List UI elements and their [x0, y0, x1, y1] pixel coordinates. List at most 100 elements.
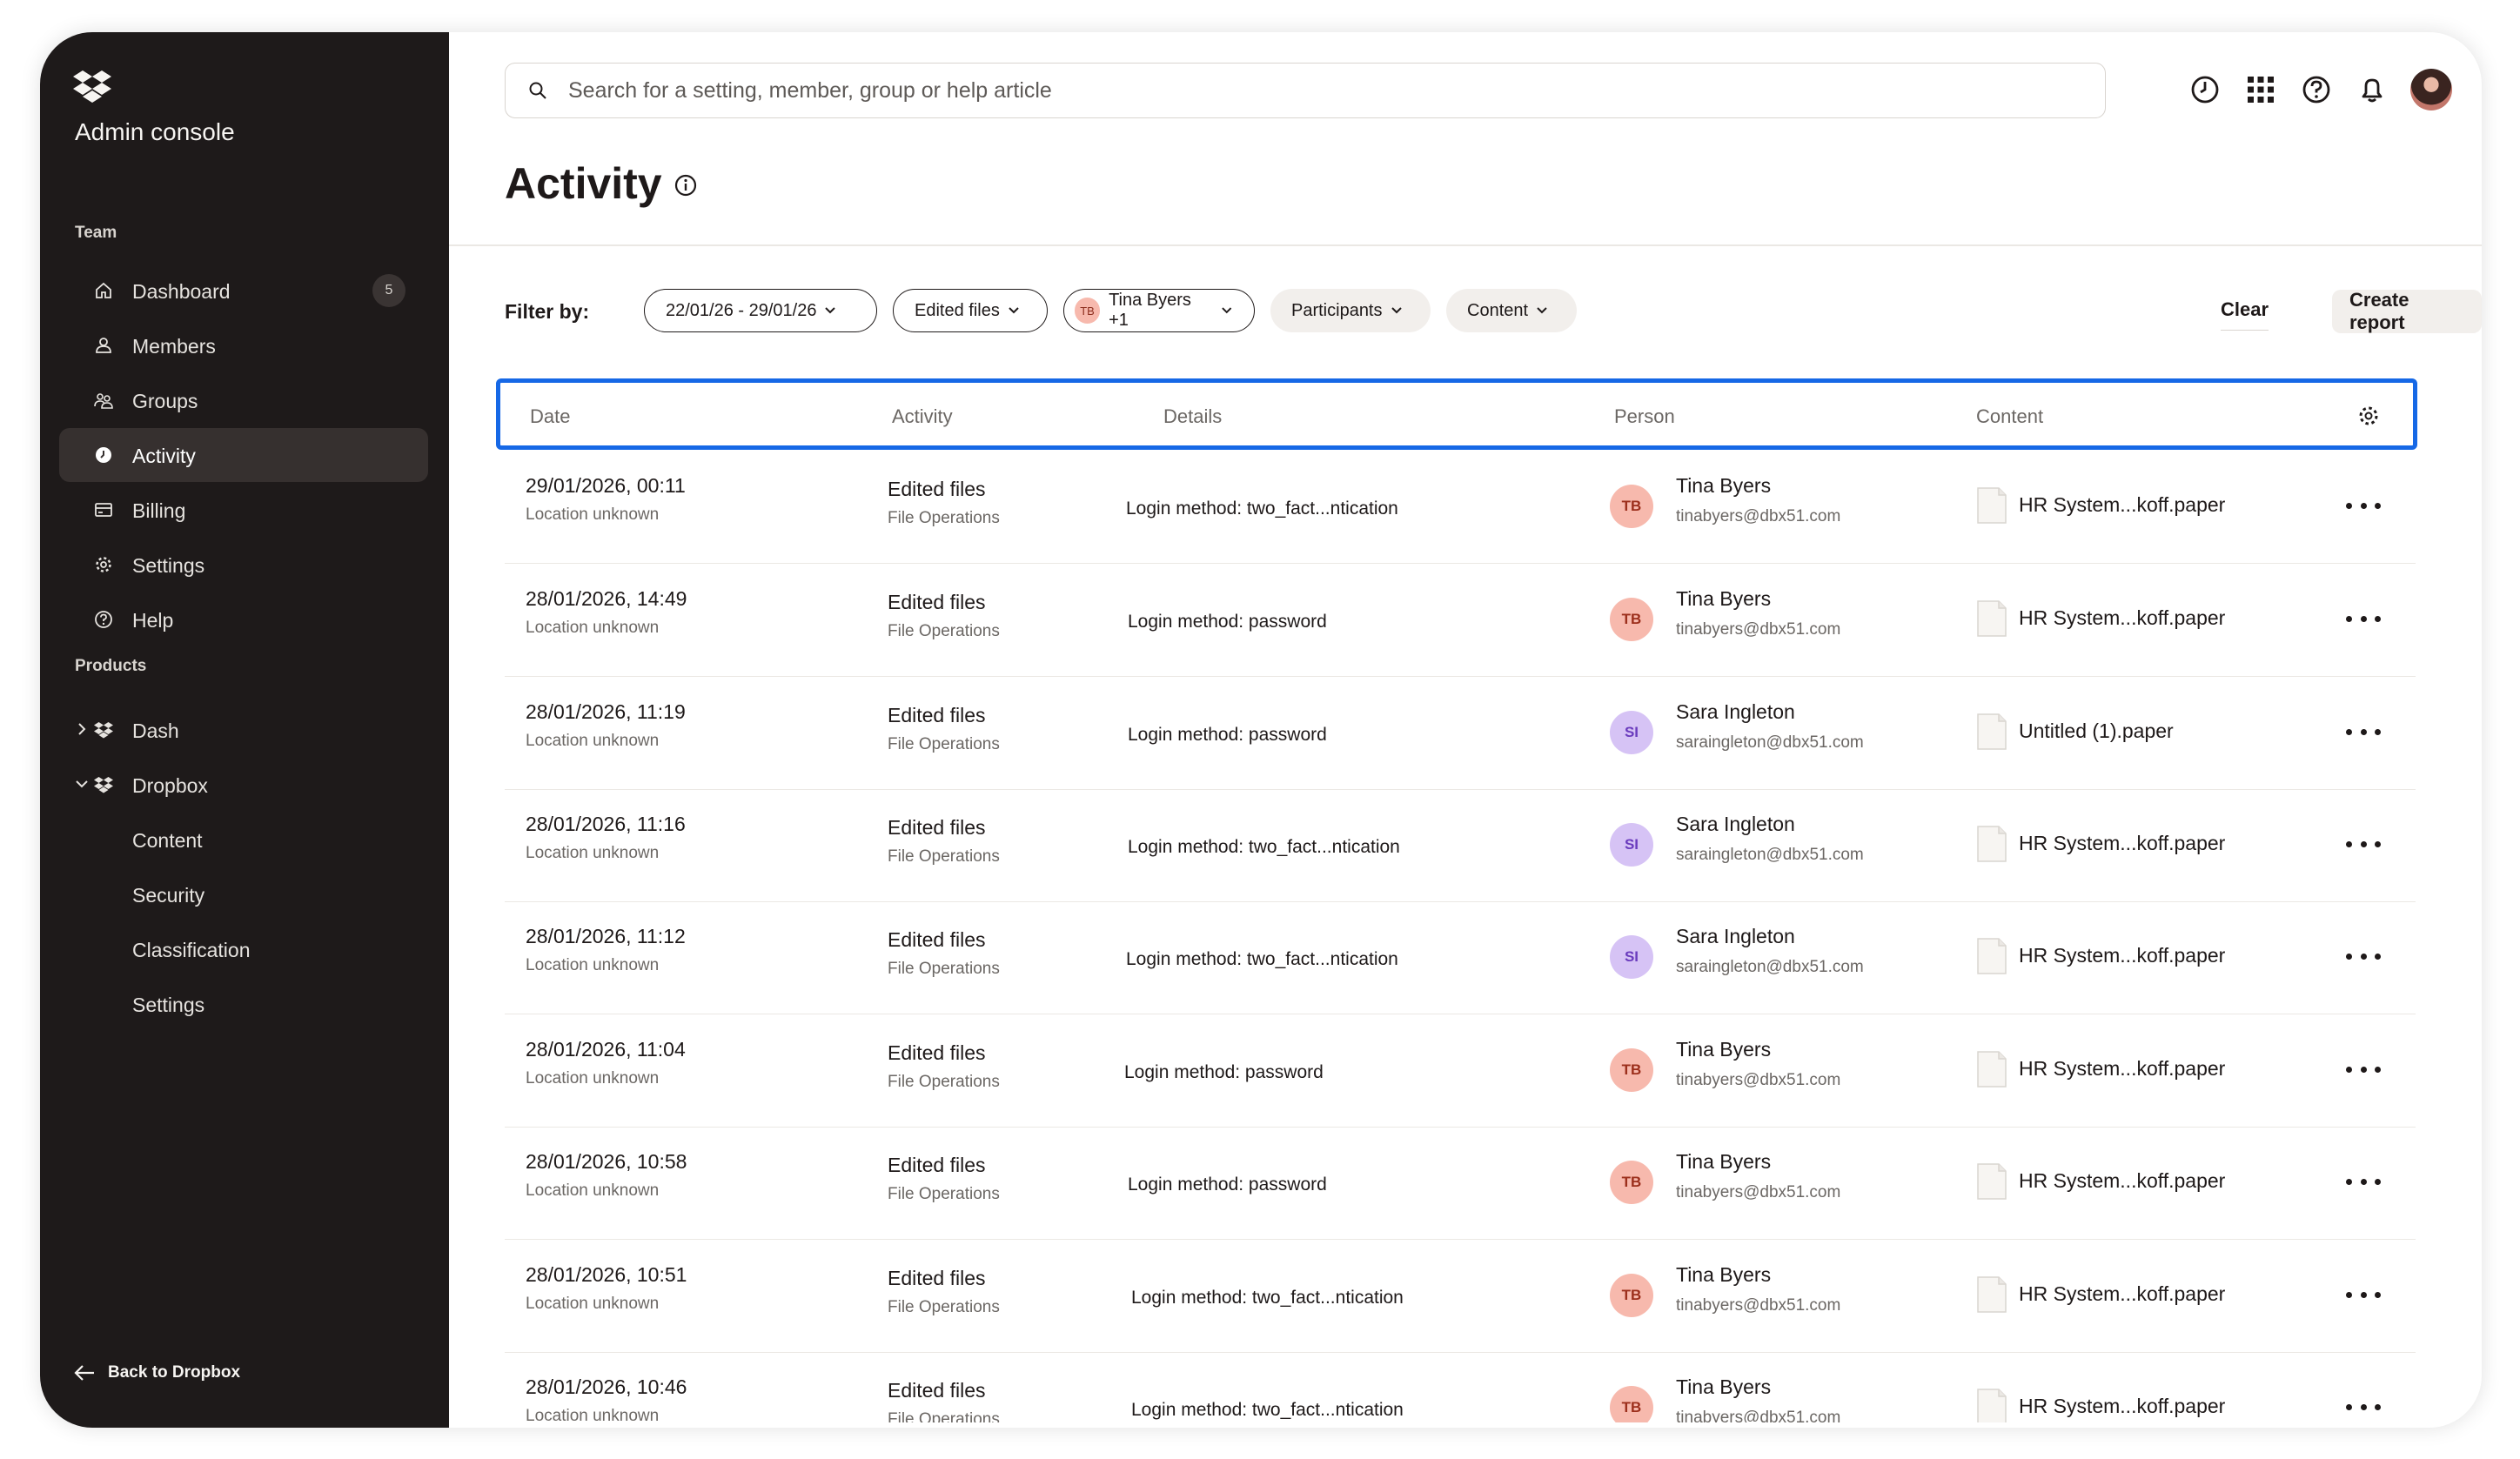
- table-row[interactable]: 28/01/2026, 11:12 Location unknown Edite…: [505, 902, 2416, 1014]
- sidebar-item-dash[interactable]: Dash: [59, 703, 428, 757]
- details-cell: Login method: password: [1128, 612, 1327, 632]
- products-section-label: Products: [75, 657, 147, 675]
- sidebar-item-dashboard[interactable]: Dashboard 5: [59, 264, 428, 318]
- sidebar-item-settings[interactable]: Settings: [59, 538, 428, 592]
- help-icon: [95, 611, 112, 628]
- more-options-icon[interactable]: [2346, 721, 2381, 742]
- person-name-cell[interactable]: Tina Byers: [1676, 1263, 1771, 1287]
- column-settings-gear-icon[interactable]: [2357, 405, 2380, 427]
- more-options-icon[interactable]: [2346, 1396, 2381, 1417]
- bell-icon[interactable]: [2355, 72, 2389, 107]
- person-name-cell[interactable]: Sara Ingleton: [1676, 813, 1795, 836]
- date-cell: 28/01/2026, 11:12: [526, 925, 686, 947]
- content-file-cell[interactable]: HR System...koff.paper: [2019, 1282, 2225, 1306]
- sidebar-item-members[interactable]: Members: [59, 318, 428, 372]
- sidebar-item-help[interactable]: Help: [59, 592, 428, 646]
- more-options-icon[interactable]: [2346, 1059, 2381, 1080]
- person-email-cell: tinabyers@dbx51.com: [1676, 1296, 1841, 1315]
- person-name-cell[interactable]: Tina Byers: [1676, 474, 1771, 498]
- dropbox-logo-icon[interactable]: [73, 69, 111, 104]
- table-row[interactable]: 28/01/2026, 10:51 Location unknown Edite…: [505, 1241, 2416, 1353]
- table-row[interactable]: 28/01/2026, 11:04 Location unknown Edite…: [505, 1015, 2416, 1128]
- clear-filters-button[interactable]: Clear: [2221, 298, 2269, 331]
- table-row[interactable]: 28/01/2026, 10:46 Location unknown Edite…: [505, 1353, 2416, 1422]
- app-grid-icon[interactable]: [2243, 72, 2278, 107]
- person-name-cell[interactable]: Tina Byers: [1676, 1375, 1771, 1399]
- table-row[interactable]: 28/01/2026, 14:49 Location unknown Edite…: [505, 565, 2416, 677]
- table-row[interactable]: 28/01/2026, 11:19 Location unknown Edite…: [505, 678, 2416, 790]
- activity-cell: Edited files: [888, 704, 986, 726]
- activity-category-cell: File Operations: [888, 847, 1000, 866]
- sidebar-item-dropbox[interactable]: Dropbox: [59, 758, 428, 812]
- back-to-dropbox-link[interactable]: Back to Dropbox: [73, 1363, 240, 1382]
- column-header-person[interactable]: Person: [1614, 405, 1675, 428]
- details-cell: Login method: two_fact...ntication: [1128, 837, 1400, 857]
- person-name-cell[interactable]: Tina Byers: [1676, 1038, 1771, 1061]
- person-email-cell: tinabyers@dbx51.com: [1676, 1183, 1841, 1201]
- history-icon[interactable]: [2188, 72, 2222, 107]
- content-file-cell[interactable]: HR System...koff.paper: [2019, 1057, 2225, 1081]
- sidebar-item-label: Activity: [132, 445, 196, 467]
- date-cell: 28/01/2026, 11:16: [526, 813, 686, 835]
- person-email-cell: saraingleton@dbx51.com: [1676, 733, 1864, 752]
- date-range-filter[interactable]: 22/01/26 - 29/01/26: [644, 289, 877, 332]
- info-icon[interactable]: [674, 174, 697, 197]
- sidebar: Admin console Team Dashboard 5 Members G…: [40, 32, 449, 1428]
- table-row[interactable]: 28/01/2026, 11:16 Location unknown Edite…: [505, 790, 2416, 902]
- column-header-content[interactable]: Content: [1976, 405, 2043, 428]
- more-options-icon[interactable]: [2346, 946, 2381, 967]
- more-options-icon[interactable]: [2346, 608, 2381, 629]
- sidebar-item-billing[interactable]: Billing: [59, 483, 428, 537]
- more-options-icon[interactable]: [2346, 833, 2381, 854]
- person-name-cell[interactable]: Tina Byers: [1676, 1150, 1771, 1174]
- gear-icon: [96, 557, 111, 572]
- sidebar-item-label: Dash: [132, 719, 179, 742]
- more-options-icon[interactable]: [2346, 495, 2381, 516]
- person-avatar: SI: [1610, 823, 1653, 867]
- person-name-cell[interactable]: Sara Ingleton: [1676, 700, 1795, 724]
- person-name-cell[interactable]: Tina Byers: [1676, 587, 1771, 611]
- column-header-details[interactable]: Details: [1163, 405, 1222, 428]
- activity-category-cell: File Operations: [888, 960, 1000, 978]
- sidebar-item-classification[interactable]: Classification: [59, 922, 428, 976]
- create-report-button[interactable]: Create report: [2332, 289, 2482, 333]
- sidebar-item-content[interactable]: Content: [59, 813, 428, 867]
- content-file-cell[interactable]: Untitled (1).paper: [2019, 719, 2174, 743]
- search-input[interactable]: [566, 74, 2049, 107]
- person-name-cell[interactable]: Sara Ingleton: [1676, 925, 1795, 948]
- chevron-right-icon[interactable]: [75, 722, 89, 736]
- person-email-cell: tinabyers@dbx51.com: [1676, 620, 1841, 639]
- table-row[interactable]: 29/01/2026, 00:11 Location unknown Edite…: [505, 452, 2416, 564]
- sidebar-item-dropbox-settings[interactable]: Settings: [59, 977, 428, 1031]
- more-options-icon[interactable]: [2346, 1171, 2381, 1192]
- activity-cell: Edited files: [888, 928, 986, 951]
- person-filter[interactable]: TB Tina Byers +1: [1063, 289, 1255, 332]
- content-file-cell[interactable]: HR System...koff.paper: [2019, 1169, 2225, 1193]
- chevron-down-icon: [1009, 307, 1019, 314]
- content-file-cell[interactable]: HR System...koff.paper: [2019, 606, 2225, 630]
- table-row[interactable]: 28/01/2026, 10:58 Location unknown Edite…: [505, 1128, 2416, 1240]
- activity-category-cell: File Operations: [888, 509, 1000, 527]
- search-bar[interactable]: [505, 63, 2106, 118]
- sidebar-item-activity[interactable]: Activity: [59, 428, 428, 482]
- chevron-down-icon[interactable]: [75, 777, 89, 791]
- content-file-cell[interactable]: HR System...koff.paper: [2019, 493, 2225, 517]
- chip-label: Edited files: [915, 300, 1000, 320]
- sidebar-item-label: Members: [132, 335, 216, 358]
- content-file-cell[interactable]: HR System...koff.paper: [2019, 832, 2225, 855]
- column-header-activity[interactable]: Activity: [892, 405, 953, 428]
- content-file-cell[interactable]: HR System...koff.paper: [2019, 1395, 2225, 1418]
- participants-filter[interactable]: Participants: [1270, 289, 1431, 332]
- column-header-date[interactable]: Date: [530, 405, 570, 428]
- user-avatar[interactable]: [2410, 69, 2452, 110]
- content-filter[interactable]: Content: [1446, 289, 1577, 332]
- activity-type-filter[interactable]: Edited files: [893, 289, 1048, 332]
- sidebar-item-security[interactable]: Security: [59, 867, 428, 921]
- help-icon[interactable]: [2299, 72, 2334, 107]
- content-file-cell[interactable]: HR System...koff.paper: [2019, 944, 2225, 967]
- details-cell: Login method: password: [1128, 1175, 1327, 1195]
- person-icon: [96, 338, 111, 353]
- details-cell: Login method: two_fact...ntication: [1131, 1288, 1404, 1308]
- more-options-icon[interactable]: [2346, 1284, 2381, 1305]
- sidebar-item-groups[interactable]: Groups: [59, 373, 428, 427]
